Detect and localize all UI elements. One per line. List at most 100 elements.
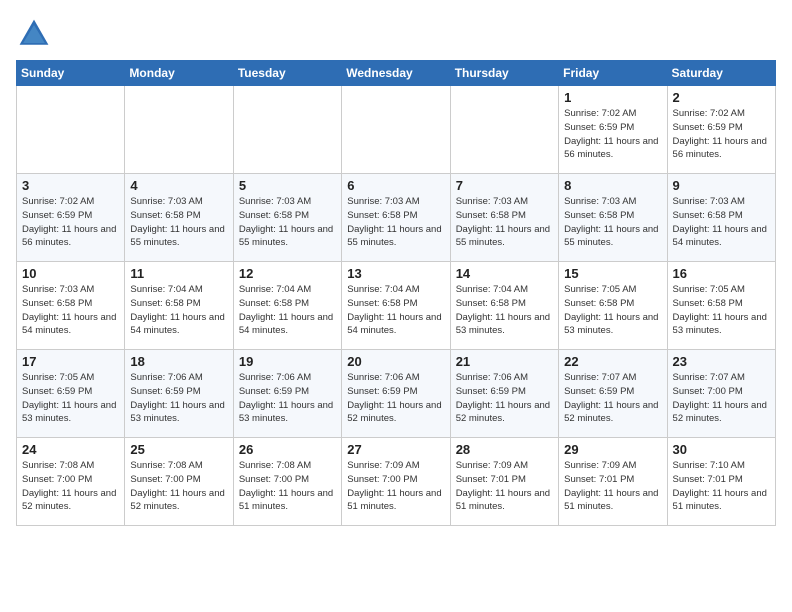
calendar-cell: 17Sunrise: 7:05 AMSunset: 6:59 PMDayligh… (17, 350, 125, 438)
day-info: Sunrise: 7:09 AMSunset: 7:01 PMDaylight:… (456, 459, 553, 514)
calendar-cell: 11 Sunrise: 7:04 AMSunset: 6:58 PMDayligh… (125, 262, 233, 350)
page-header (16, 16, 776, 52)
calendar-cell: 21 Sunrise: 7:06 AMSunset: 6:59 PMDayligh… (450, 350, 558, 438)
day-info: Sunrise: 7:08 AMSunset: 7:00 PMDaylight:… (239, 459, 336, 514)
day-info: Sunrise: 7:02 AMSunset: 6:59 PMDaylight:… (22, 195, 119, 250)
day-info: Sunrise: 7:06 AMSunset: 6:59 PMDaylight:… (130, 371, 227, 426)
day-number: 8 (564, 178, 661, 193)
day-number: 15 (564, 266, 661, 281)
calendar-cell: 26 Sunrise: 7:08 AMSunset: 7:00 PMDayligh… (233, 438, 341, 526)
calendar-cell: 12 Sunrise: 7:04 AMSunset: 6:58 PMDayligh… (233, 262, 341, 350)
calendar-cell: 30Sunrise: 7:10 AMSunset: 7:01 PMDayligh… (667, 438, 775, 526)
day-info: Sunrise: 7:06 AMSunset: 6:59 PMDaylight:… (456, 371, 553, 426)
day-number: 24 (22, 442, 119, 457)
day-info: Sunrise: 7:04 AMSunset: 6:58 PMDaylight:… (239, 283, 336, 338)
calendar-cell: 3 Sunrise: 7:02 AMSunset: 6:59 PMDaylight… (17, 174, 125, 262)
calendar-cell: 8 Sunrise: 7:03 AMSunset: 6:58 PMDaylight… (559, 174, 667, 262)
day-number: 19 (239, 354, 336, 369)
calendar-cell: 22 Sunrise: 7:07 AMSunset: 6:59 PMDayligh… (559, 350, 667, 438)
calendar-week-3: 10 Sunrise: 7:03 AMSunset: 6:58 PMDayligh… (17, 262, 776, 350)
day-number: 9 (673, 178, 770, 193)
day-info: Sunrise: 7:04 AMSunset: 6:58 PMDaylight:… (130, 283, 227, 338)
day-number: 28 (456, 442, 553, 457)
calendar-cell: 20 Sunrise: 7:06 AMSunset: 6:59 PMDayligh… (342, 350, 450, 438)
calendar-week-2: 3 Sunrise: 7:02 AMSunset: 6:59 PMDaylight… (17, 174, 776, 262)
day-info: Sunrise: 7:02 AMSunset: 6:59 PMDaylight:… (673, 107, 770, 162)
calendar-cell: 1 Sunrise: 7:02 AMSunset: 6:59 PMDaylight… (559, 86, 667, 174)
calendar-header: SundayMondayTuesdayWednesdayThursdayFrid… (17, 61, 776, 86)
day-number: 5 (239, 178, 336, 193)
calendar-cell: 16 Sunrise: 7:05 AMSunset: 6:58 PMDayligh… (667, 262, 775, 350)
day-number: 18 (130, 354, 227, 369)
calendar-cell: 4Sunrise: 7:03 AMSunset: 6:58 PMDaylight… (125, 174, 233, 262)
day-info: Sunrise: 7:03 AMSunset: 6:58 PMDaylight:… (130, 195, 227, 250)
day-number: 6 (347, 178, 444, 193)
calendar-cell: 15 Sunrise: 7:05 AMSunset: 6:58 PMDayligh… (559, 262, 667, 350)
day-number: 22 (564, 354, 661, 369)
day-info: Sunrise: 7:03 AMSunset: 6:58 PMDaylight:… (673, 195, 770, 250)
day-info: Sunrise: 7:04 AMSunset: 6:58 PMDaylight:… (456, 283, 553, 338)
day-info: Sunrise: 7:03 AMSunset: 6:58 PMDaylight:… (239, 195, 336, 250)
col-header-saturday: Saturday (667, 61, 775, 86)
day-number: 16 (673, 266, 770, 281)
day-number: 30 (673, 442, 770, 457)
day-info: Sunrise: 7:08 AMSunset: 7:00 PMDaylight:… (22, 459, 119, 514)
day-number: 12 (239, 266, 336, 281)
calendar-cell: 19 Sunrise: 7:06 AMSunset: 6:59 PMDayligh… (233, 350, 341, 438)
day-info: Sunrise: 7:02 AMSunset: 6:59 PMDaylight:… (564, 107, 661, 162)
day-info: Sunrise: 7:08 AMSunset: 7:00 PMDaylight:… (130, 459, 227, 514)
col-header-sunday: Sunday (17, 61, 125, 86)
calendar-cell: 23Sunrise: 7:07 AMSunset: 7:00 PMDayligh… (667, 350, 775, 438)
day-number: 27 (347, 442, 444, 457)
calendar-cell: 27 Sunrise: 7:09 AMSunset: 7:00 PMDayligh… (342, 438, 450, 526)
col-header-thursday: Thursday (450, 61, 558, 86)
calendar-cell: 7 Sunrise: 7:03 AMSunset: 6:58 PMDaylight… (450, 174, 558, 262)
calendar-cell: 14 Sunrise: 7:04 AMSunset: 6:58 PMDayligh… (450, 262, 558, 350)
day-info: Sunrise: 7:07 AMSunset: 7:00 PMDaylight:… (673, 371, 770, 426)
calendar-cell: 9 Sunrise: 7:03 AMSunset: 6:58 PMDaylight… (667, 174, 775, 262)
calendar-cell: 10 Sunrise: 7:03 AMSunset: 6:58 PMDayligh… (17, 262, 125, 350)
day-info: Sunrise: 7:06 AMSunset: 6:59 PMDaylight:… (347, 371, 444, 426)
day-info: Sunrise: 7:03 AMSunset: 6:58 PMDaylight:… (456, 195, 553, 250)
day-number: 7 (456, 178, 553, 193)
calendar-cell: 25 Sunrise: 7:08 AMSunset: 7:00 PMDayligh… (125, 438, 233, 526)
calendar-cell (450, 86, 558, 174)
day-info: Sunrise: 7:06 AMSunset: 6:59 PMDaylight:… (239, 371, 336, 426)
day-info: Sunrise: 7:09 AMSunset: 7:01 PMDaylight:… (564, 459, 661, 514)
day-number: 21 (456, 354, 553, 369)
day-info: Sunrise: 7:03 AMSunset: 6:58 PMDaylight:… (564, 195, 661, 250)
day-number: 11 (130, 266, 227, 281)
day-info: Sunrise: 7:05 AMSunset: 6:58 PMDaylight:… (673, 283, 770, 338)
day-number: 17 (22, 354, 119, 369)
col-header-monday: Monday (125, 61, 233, 86)
day-number: 20 (347, 354, 444, 369)
day-info: Sunrise: 7:09 AMSunset: 7:00 PMDaylight:… (347, 459, 444, 514)
calendar-table: SundayMondayTuesdayWednesdayThursdayFrid… (16, 60, 776, 526)
day-number: 14 (456, 266, 553, 281)
day-number: 10 (22, 266, 119, 281)
day-number: 25 (130, 442, 227, 457)
calendar-cell: 28 Sunrise: 7:09 AMSunset: 7:01 PMDayligh… (450, 438, 558, 526)
day-info: Sunrise: 7:07 AMSunset: 6:59 PMDaylight:… (564, 371, 661, 426)
calendar-cell: 2Sunrise: 7:02 AMSunset: 6:59 PMDaylight… (667, 86, 775, 174)
calendar-cell: 18 Sunrise: 7:06 AMSunset: 6:59 PMDayligh… (125, 350, 233, 438)
day-number: 26 (239, 442, 336, 457)
calendar-cell: 6Sunrise: 7:03 AMSunset: 6:58 PMDaylight… (342, 174, 450, 262)
calendar-cell (233, 86, 341, 174)
day-number: 3 (22, 178, 119, 193)
calendar-cell (125, 86, 233, 174)
col-header-friday: Friday (559, 61, 667, 86)
logo (16, 16, 56, 52)
calendar-cell (17, 86, 125, 174)
col-header-tuesday: Tuesday (233, 61, 341, 86)
day-number: 1 (564, 90, 661, 105)
day-number: 13 (347, 266, 444, 281)
day-number: 29 (564, 442, 661, 457)
calendar-cell: 24 Sunrise: 7:08 AMSunset: 7:00 PMDayligh… (17, 438, 125, 526)
logo-icon (16, 16, 52, 52)
calendar-cell: 5 Sunrise: 7:03 AMSunset: 6:58 PMDaylight… (233, 174, 341, 262)
calendar-week-1: 1 Sunrise: 7:02 AMSunset: 6:59 PMDaylight… (17, 86, 776, 174)
day-info: Sunrise: 7:05 AMSunset: 6:58 PMDaylight:… (564, 283, 661, 338)
day-info: Sunrise: 7:03 AMSunset: 6:58 PMDaylight:… (22, 283, 119, 338)
calendar-cell: 29 Sunrise: 7:09 AMSunset: 7:01 PMDayligh… (559, 438, 667, 526)
